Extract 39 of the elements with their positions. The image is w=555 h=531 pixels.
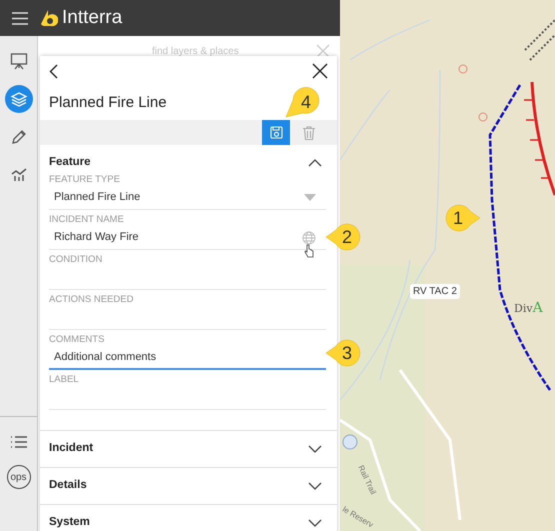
section-header[interactable]: Feature — [40, 156, 337, 170]
ops-button[interactable]: ops — [6, 465, 30, 489]
logo-icon — [38, 8, 58, 28]
section-header[interactable]: Details — [40, 468, 337, 504]
trash-icon — [303, 126, 315, 140]
hand-cursor-icon — [304, 244, 314, 258]
app-title: Intterra — [62, 6, 122, 30]
map-label: Rail Trail — [355, 463, 379, 497]
field-label: LABEL — [49, 374, 79, 386]
layers-icon — [10, 90, 28, 108]
line-chart-icon — [10, 168, 28, 182]
list-icon — [10, 435, 28, 449]
section-header[interactable]: Incident — [40, 431, 337, 467]
select-field[interactable]: Planned Fire Line — [49, 186, 326, 210]
chevron-icon — [308, 445, 322, 453]
menu-icon[interactable] — [12, 12, 28, 24]
field-label: INCIDENT NAME — [49, 214, 124, 226]
close-icon[interactable] — [312, 63, 328, 79]
chevron-icon — [308, 519, 322, 527]
input-field[interactable]: Additional comments — [49, 346, 326, 370]
panel-title: Planned Fire Line — [49, 93, 167, 113]
field-label: CONDITION — [49, 254, 102, 266]
presentation-board-icon — [10, 52, 28, 70]
back-icon[interactable] — [49, 64, 58, 78]
pencil-icon — [10, 128, 28, 146]
dropdown-arrow-icon — [304, 194, 316, 201]
chevron-icon — [308, 482, 322, 490]
section-header[interactable]: System — [40, 505, 337, 531]
rail-button[interactable] — [4, 85, 32, 113]
field-label: COMMENTS — [49, 334, 104, 346]
save-button[interactable] — [262, 120, 290, 145]
field-label: ACTIONS NEEDED — [49, 294, 134, 306]
globe-icon — [302, 230, 316, 244]
chevron-icon — [308, 159, 322, 167]
input-field[interactable]: Richard Way Fire — [49, 226, 326, 250]
field-label: FEATURE TYPE — [49, 174, 120, 186]
save-icon — [270, 126, 282, 139]
map-label: DivA — [514, 299, 543, 318]
map-label: RV TAC 2 — [410, 284, 460, 299]
